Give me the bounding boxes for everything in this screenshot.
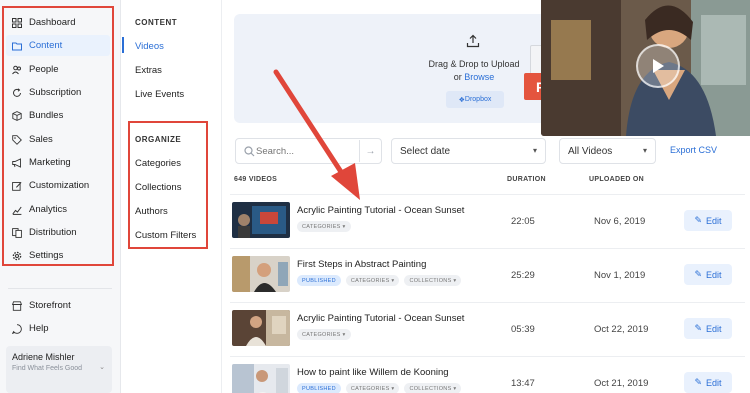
video-thumbnail[interactable] (232, 364, 290, 393)
browse-link[interactable]: Browse (464, 72, 494, 82)
active-indicator (122, 37, 124, 53)
dropbox-button[interactable]: ❖ Dropbox (446, 91, 504, 108)
play-button[interactable] (636, 44, 680, 88)
edit-button[interactable]: ✎ Edit (684, 210, 732, 231)
uploaded-on-header[interactable]: UPLOADED ON (589, 176, 644, 183)
chevron-down-icon: ⌄ (99, 364, 105, 371)
export-csv-button[interactable]: Export CSV (670, 145, 717, 155)
nav-item-help[interactable]: Help (6, 318, 110, 339)
nav-label: Storefront (29, 300, 71, 311)
edit-button[interactable]: ✎ Edit (684, 372, 732, 393)
video-title[interactable]: First Steps in Abstract Painting (297, 259, 426, 270)
video-duration: 22:05 (511, 216, 535, 227)
date-select[interactable]: Select date ▾ (391, 138, 546, 164)
content-subnav: CONTENT Videos Extras Live Events ORGANI… (122, 0, 222, 393)
video-filter-select[interactable]: All Videos ▾ (559, 138, 656, 164)
chevron-down-icon: ▾ (642, 146, 647, 155)
subnav-item-live-events[interactable]: Live Events (135, 89, 184, 100)
nav-divider (8, 288, 112, 289)
collections-tag[interactable]: COLLECTIONS ▾ (404, 383, 462, 393)
upload-instructions: Drag & Drop to Upload or Browse (410, 58, 538, 84)
edit-icon: ✎ (694, 323, 703, 333)
table-row[interactable]: First Steps in Abstract Painting PUBLISH… (230, 248, 745, 302)
date-select-value: Select date (400, 145, 451, 157)
upload-date: Nov 1, 2019 (594, 270, 646, 281)
subnav-item-videos[interactable]: Videos (135, 41, 164, 52)
arrow-right-icon: → (365, 145, 376, 157)
search-submit-button[interactable]: → (359, 140, 381, 162)
video-duration: 05:39 (511, 324, 535, 335)
highlight-box-organize (128, 121, 208, 249)
dropbox-label: Dropbox (464, 96, 492, 103)
search-icon (244, 146, 255, 157)
upload-date: Oct 22, 2019 (594, 324, 649, 335)
user-menu[interactable]: Adriene Mishler Find What Feels Good ⌄ (6, 346, 112, 393)
edit-icon: ✎ (694, 377, 703, 387)
categories-tag[interactable]: CATEGORIES ▾ (297, 221, 351, 232)
upload-date: Nov 6, 2019 (594, 216, 646, 227)
tag-list: CATEGORIES ▾ (297, 221, 351, 232)
video-title[interactable]: Acrylic Painting Tutorial - Ocean Sunset (297, 313, 464, 324)
table-row[interactable]: Acrylic Painting Tutorial - Ocean Sunset… (230, 194, 745, 248)
published-tag: PUBLISHED (297, 383, 341, 393)
user-subtitle: Find What Feels Good (12, 365, 83, 372)
edit-button[interactable]: ✎ Edit (684, 264, 732, 285)
video-preview[interactable] (541, 0, 750, 136)
video-filter-value: All Videos (568, 145, 613, 157)
video-thumbnail[interactable] (232, 202, 290, 238)
edit-icon: ✎ (694, 215, 703, 225)
tag-list: CATEGORIES ▾ (297, 329, 351, 340)
play-icon (653, 59, 664, 73)
collections-tag[interactable]: COLLECTIONS ▾ (404, 275, 462, 286)
store-icon (12, 300, 22, 311)
video-title[interactable]: How to paint like Willem de Kooning (297, 367, 449, 378)
nav-label: Help (29, 323, 49, 334)
subnav-heading-content: CONTENT (135, 18, 178, 27)
subnav-item-extras[interactable]: Extras (135, 65, 162, 76)
categories-tag[interactable]: CATEGORIES ▾ (345, 383, 400, 393)
user-name: Adriene Mishler (12, 352, 75, 362)
tag-list: PUBLISHED CATEGORIES ▾ COLLECTIONS ▾ (297, 275, 462, 286)
edit-button[interactable]: ✎ Edit (684, 318, 732, 339)
upload-date: Oct 21, 2019 (594, 378, 649, 389)
upload-or: or (453, 72, 462, 82)
duration-header[interactable]: DURATION (507, 176, 546, 183)
video-thumbnail[interactable] (232, 310, 290, 346)
video-duration: 13:47 (511, 378, 535, 389)
published-tag: PUBLISHED (297, 275, 341, 286)
search-box: → (235, 138, 382, 164)
main-sidebar: Dashboard Content People Subscription Bu… (0, 0, 121, 393)
upload-line-1: Drag & Drop to Upload (428, 59, 520, 69)
nav-item-storefront[interactable]: Storefront (6, 295, 110, 316)
video-thumbnail[interactable] (232, 256, 290, 292)
search-input[interactable] (256, 140, 356, 162)
table-row[interactable]: How to paint like Willem de Kooning PUBL… (230, 356, 745, 393)
highlight-box-main-nav (2, 6, 114, 266)
categories-tag[interactable]: CATEGORIES ▾ (297, 329, 351, 340)
video-duration: 25:29 (511, 270, 535, 281)
table-row[interactable]: Acrylic Painting Tutorial - Ocean Sunset… (230, 302, 745, 356)
upload-icon (466, 34, 480, 48)
tag-list: PUBLISHED CATEGORIES ▾ COLLECTIONS ▾ (297, 383, 462, 393)
chevron-down-icon: ▾ (532, 146, 537, 155)
video-count-header: 649 VIDEOS (234, 176, 278, 183)
categories-tag[interactable]: CATEGORIES ▾ (345, 275, 400, 286)
help-icon (12, 323, 22, 334)
video-title[interactable]: Acrylic Painting Tutorial - Ocean Sunset (297, 205, 464, 216)
edit-icon: ✎ (694, 269, 703, 279)
